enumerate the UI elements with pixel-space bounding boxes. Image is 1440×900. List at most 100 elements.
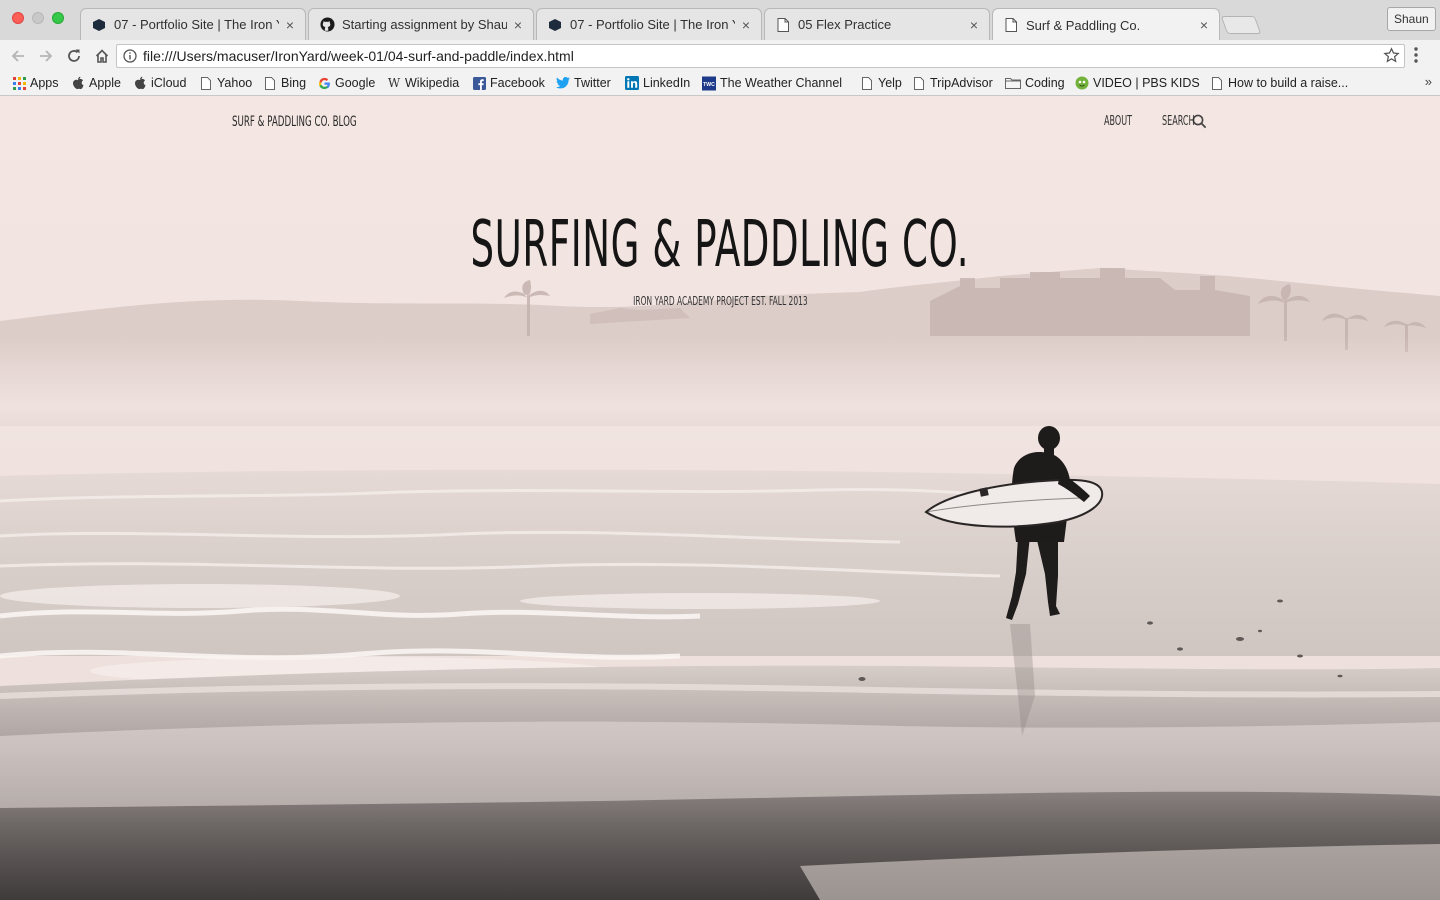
chevron-right-icon[interactable]: » <box>1425 74 1432 89</box>
close-icon[interactable]: × <box>511 17 525 33</box>
info-icon[interactable] <box>123 49 137 66</box>
bookmark-folder-coding[interactable]: Coding <box>1005 75 1065 91</box>
facebook-icon <box>472 76 486 90</box>
bookmark-label: How to build a raise... <box>1228 76 1349 90</box>
linkedin-icon <box>625 76 639 90</box>
close-icon[interactable]: × <box>1197 17 1211 33</box>
bookmark-label: Apps <box>30 76 59 90</box>
bookmark-label: LinkedIn <box>643 76 691 90</box>
reload-icon <box>68 49 80 62</box>
bookmark-label: The Weather Channel <box>720 76 843 90</box>
tab-title: 07 - Portfolio Site | The Iron Ya <box>114 17 279 32</box>
weather-channel-icon: TWC <box>702 76 716 90</box>
bookmark-label: Facebook <box>490 76 545 90</box>
bookmark-raise[interactable]: How to build a raise... <box>1210 75 1348 91</box>
url-text: file:///Users/macuser/IronYard/week-01/0… <box>143 48 574 64</box>
bookmark-apple[interactable]: Apple <box>71 75 121 91</box>
google-icon <box>317 76 331 90</box>
bookmark-google[interactable]: Google <box>317 75 375 91</box>
bookmarks-bar: Apps Apple iCloud Yahoo Bing Google W Wik… <box>0 71 1440 96</box>
bookmark-label: Wikipedia <box>405 76 460 90</box>
page-icon <box>775 17 791 33</box>
bookmark-tripadvisor[interactable]: TripAdvisor <box>912 75 993 91</box>
bookmark-wikipedia[interactable]: W Wikipedia <box>387 75 459 91</box>
github-icon <box>319 17 335 33</box>
close-window-button[interactable] <box>12 12 24 24</box>
twitter-icon <box>556 76 570 90</box>
page-icon <box>860 76 874 90</box>
bookmark-pbs-kids[interactable]: VIDEO | PBS KIDS <box>1075 75 1200 91</box>
hero-title: SURFING & PADDLING CO. <box>470 208 970 282</box>
nav-about-link[interactable]: ABOUT <box>1104 114 1132 129</box>
hero-title-wrap: SURFING & PADDLING CO. <box>0 208 1440 282</box>
bookmark-facebook[interactable]: Facebook <box>472 75 545 91</box>
page-icon <box>263 76 277 90</box>
bookmark-bing[interactable]: Bing <box>263 75 306 91</box>
forward-button[interactable] <box>35 45 57 67</box>
hexagon-icon <box>547 17 563 33</box>
tab-surf-paddling[interactable]: Surf & Paddling Co. × <box>992 8 1220 41</box>
bookmark-label: Yelp <box>878 76 902 90</box>
back-button[interactable] <box>7 45 29 67</box>
menu-dots-icon[interactable] <box>1413 46 1419 67</box>
bookmark-label: Apple <box>89 76 121 90</box>
bookmark-label: TripAdvisor <box>930 76 993 90</box>
tab-title: Starting assignment by Shaun <box>342 17 507 32</box>
page-icon <box>912 76 926 90</box>
bookmark-apps[interactable]: Apps <box>12 75 59 91</box>
page-icon <box>1003 17 1019 33</box>
tab-portfolio-1[interactable]: 07 - Portfolio Site | The Iron Ya × <box>80 8 306 40</box>
arrow-right-icon <box>40 50 53 62</box>
tab-flex-practice[interactable]: 05 Flex Practice × <box>764 8 990 40</box>
tab-title: Surf & Paddling Co. <box>1026 17 1141 33</box>
svg-text:TWC: TWC <box>703 81 715 87</box>
wikipedia-icon: W <box>387 76 401 90</box>
folder-icon <box>1005 76 1021 90</box>
bookmark-icloud[interactable]: iCloud <box>133 75 186 91</box>
pbs-kids-icon <box>1075 76 1089 90</box>
bookmark-twitter[interactable]: Twitter <box>556 75 611 91</box>
nav-search-label: SEARCH <box>1162 114 1195 129</box>
new-tab-button[interactable] <box>1220 16 1262 34</box>
browser-toolbar: file:///Users/macuser/IronYard/week-01/0… <box>0 40 1440 71</box>
tab-title: 05 Flex Practice <box>798 17 892 32</box>
page-icon <box>199 76 213 90</box>
profile-button[interactable]: Shaun <box>1387 7 1436 31</box>
bookmark-label: Bing <box>281 76 307 90</box>
bookmark-label: Coding <box>1025 76 1065 90</box>
close-icon[interactable]: × <box>739 17 753 33</box>
page-icon <box>1210 76 1224 90</box>
address-bar[interactable]: file:///Users/macuser/IronYard/week-01/0… <box>116 44 1405 68</box>
apps-grid-icon <box>12 76 26 90</box>
close-icon[interactable]: × <box>283 17 297 33</box>
nav-search-link[interactable]: SEARCH <box>1162 114 1207 129</box>
site-logo[interactable]: SURF & PADDLING CO. BLOG <box>232 114 357 130</box>
maximize-window-button[interactable] <box>52 12 64 24</box>
bookmark-star-icon[interactable] <box>1383 47 1400 67</box>
tab-github[interactable]: Starting assignment by Shaun × <box>308 8 534 40</box>
web-page: SURF & PADDLING CO. BLOG ABOUT SEARCH SU… <box>0 96 1440 900</box>
hexagon-icon <box>91 17 107 33</box>
bookmark-weather-channel[interactable]: TWC The Weather Channel <box>702 75 842 91</box>
home-button[interactable] <box>91 45 113 67</box>
home-icon <box>95 49 109 63</box>
bookmark-label: Yahoo <box>217 76 253 90</box>
tab-portfolio-2[interactable]: 07 - Portfolio Site | The Iron Ya × <box>536 8 762 40</box>
minimize-window-button[interactable] <box>32 12 44 24</box>
tab-strip: 07 - Portfolio Site | The Iron Ya × Star… <box>0 0 1440 41</box>
bookmark-yelp[interactable]: Yelp <box>860 75 902 91</box>
hero-subtitle-wrap: IRON YARD ACADEMY PROJECT EST. FALL 2013 <box>0 293 1440 308</box>
bookmark-label: Twitter <box>574 76 611 90</box>
arrow-left-icon <box>11 50 24 62</box>
apple-icon <box>71 76 85 90</box>
bookmark-yahoo[interactable]: Yahoo <box>199 75 252 91</box>
close-icon[interactable]: × <box>967 17 981 33</box>
hero-subtitle: IRON YARD ACADEMY PROJECT EST. FALL 2013 <box>632 293 808 308</box>
bookmark-label: Google <box>335 76 376 90</box>
bookmark-label: iCloud <box>151 76 187 90</box>
reload-button[interactable] <box>63 45 85 67</box>
apple-icon <box>133 76 147 90</box>
bookmark-linkedin[interactable]: LinkedIn <box>625 75 690 91</box>
bookmark-label: VIDEO | PBS KIDS <box>1093 76 1200 90</box>
tab-title: 07 - Portfolio Site | The Iron Ya <box>570 17 735 32</box>
